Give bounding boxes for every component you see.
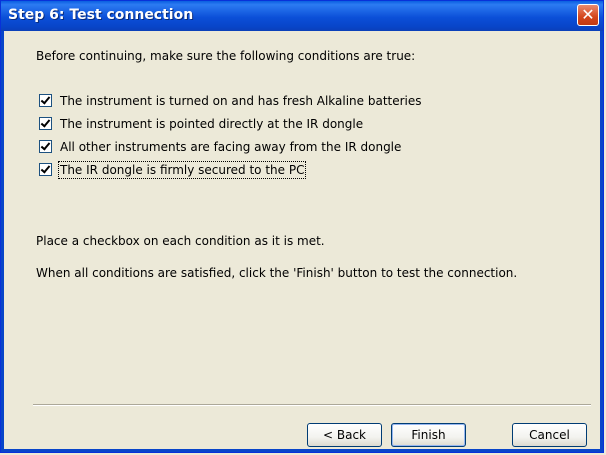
condition-item[interactable]: The instrument is turned on and has fres…: [39, 89, 422, 112]
close-button[interactable]: ✕: [577, 4, 599, 26]
back-button[interactable]: < Back: [307, 423, 382, 447]
condition-label[interactable]: The instrument is pointed directly at th…: [60, 117, 363, 131]
separator: [33, 404, 591, 406]
close-icon: ✕: [581, 5, 595, 24]
condition-label[interactable]: All other instruments are facing away fr…: [60, 140, 401, 154]
finish-instruction: When all conditions are satisfied, click…: [36, 266, 518, 280]
finish-button[interactable]: Finish: [391, 423, 466, 447]
checkbox[interactable]: [39, 117, 52, 130]
title-bar[interactable]: Step 6: Test connection ✕: [1, 1, 603, 31]
condition-item[interactable]: All other instruments are facing away fr…: [39, 135, 422, 158]
condition-item[interactable]: The instrument is pointed directly at th…: [39, 112, 422, 135]
checkbox[interactable]: [39, 94, 52, 107]
condition-item[interactable]: The IR dongle is firmly secured to the P…: [39, 158, 422, 181]
checkbox-instruction: Place a checkbox on each condition as it…: [36, 234, 325, 248]
condition-label[interactable]: The instrument is turned on and has fres…: [60, 94, 422, 108]
conditions-list: The instrument is turned on and has fres…: [39, 89, 422, 181]
dialog-window: Step 6: Test connection ✕ Before continu…: [0, 0, 604, 453]
condition-label[interactable]: The IR dongle is firmly secured to the P…: [57, 160, 307, 179]
intro-text: Before continuing, make sure the followi…: [36, 49, 416, 63]
checkbox[interactable]: [39, 140, 52, 153]
checkbox[interactable]: [39, 163, 52, 176]
cancel-button[interactable]: Cancel: [512, 423, 587, 447]
window-title: Step 6: Test connection: [8, 7, 194, 23]
